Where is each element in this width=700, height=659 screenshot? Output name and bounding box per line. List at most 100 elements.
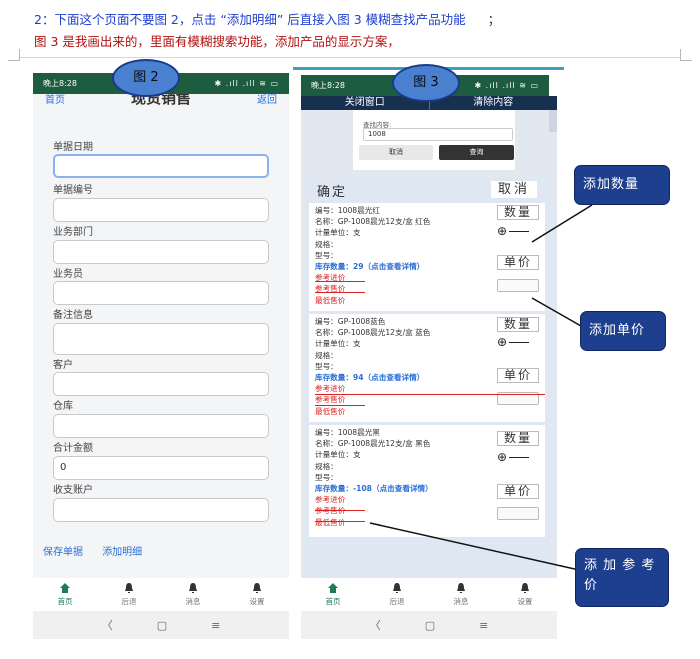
bottom-nav: 首页 后退 消息 设置 (301, 578, 557, 611)
ref-price-strike (315, 405, 365, 406)
field-label-warehouse: 仓库 (53, 401, 73, 412)
add-detail-link[interactable]: 添加明细 (102, 547, 142, 558)
clear-content-button[interactable]: 清除内容 (430, 96, 558, 110)
remarks-field[interactable] (53, 323, 269, 355)
ref-sale-price: 参考售价 (315, 505, 433, 516)
product-stock-link[interactable]: 库存数量：-108（点击查看详情） (315, 483, 433, 494)
product-name: 名称：GP-1008晨光12支/盒 红色 (315, 217, 431, 227)
callout-add-quantity: 添加数量 (574, 165, 670, 205)
product-card[interactable]: 编号：1008晨光黑 名称：GP-1008晨光12支/盒 黑色 计量单位：支 规… (309, 425, 545, 537)
department-field[interactable] (53, 240, 269, 264)
product-card[interactable]: 编号：GP-1008蓝色 名称：GP-1008晨光12支/盒 蓝色 计量单位：支… (309, 314, 545, 422)
confirm-button[interactable]: 确定 (317, 181, 347, 200)
status-time: 晚上8:28 (43, 79, 77, 88)
price-label: 单价 (497, 368, 539, 383)
bell-icon (125, 583, 133, 593)
price-input[interactable] (497, 279, 539, 292)
total-amount-field[interactable]: 0 (53, 456, 269, 480)
bell-icon (393, 583, 401, 593)
sys-back-button[interactable]: 〈 (102, 617, 113, 633)
nav-messages[interactable]: 消息 (429, 578, 493, 611)
field-label-remarks: 备注信息 (53, 310, 93, 321)
customer-field[interactable] (53, 372, 269, 396)
page-divider (20, 57, 680, 58)
product-spec: 规格： (315, 239, 338, 249)
sys-menu-button[interactable]: ≡ (479, 619, 488, 632)
product-model: 型号： (315, 250, 338, 260)
field-label-doc-no: 单据编号 (53, 185, 93, 196)
ref-purchase-price: 参考进价 (315, 495, 346, 505)
price-label: 单价 (497, 484, 539, 499)
warehouse-field[interactable] (53, 414, 269, 438)
product-unit: 计量单位：支 (315, 450, 361, 460)
ref-purchase-price: 参考进价 (315, 384, 346, 394)
callout-add-price: 添加单价 (580, 311, 666, 351)
product-code: 编号：GP-1008蓝色 (315, 317, 386, 326)
doc-number-field[interactable] (53, 198, 269, 222)
quantity-input-line[interactable] (509, 230, 530, 233)
home-icon (60, 583, 70, 593)
nav-back[interactable]: 后退 (365, 578, 429, 611)
product-model: 型号： (315, 472, 338, 482)
field-label-salesperson: 业务员 (53, 269, 83, 280)
product-info: 编号：GP-1008蓝色 名称：GP-1008晨光12支/盒 蓝色 计量单位：支… (315, 316, 430, 417)
quantity-input-line[interactable] (509, 341, 530, 344)
search-screen: 关闭窗口 清除内容 查找内容: 1008 取消 查询 确定 取消 编号：1008… (301, 96, 558, 618)
product-info: 编号：1008晨光红 名称：GP-1008晨光12支/盒 红色 计量单位：支 规… (315, 205, 430, 306)
product-model: 型号： (315, 361, 338, 371)
callout-add-ref-price: 添 加 参 考 价 (575, 548, 669, 607)
nav-settings[interactable]: 设置 (493, 578, 557, 611)
product-unit: 计量单位：支 (315, 228, 361, 238)
search-query-button[interactable]: 查询 (439, 145, 514, 160)
system-nav: 〈 ▢ ≡ (301, 611, 557, 639)
ref-price-strike (315, 292, 365, 293)
quantity-label: 数量 (497, 317, 539, 332)
field-label-department: 业务部门 (53, 227, 93, 238)
product-code: 编号：1008晨光红 (315, 206, 380, 215)
quantity-stepper[interactable]: ⊕ (497, 224, 530, 238)
result-panel: 确定 取消 编号：1008晨光红 名称：GP-1008晨光12支/盒 红色 计量… (305, 178, 551, 618)
product-stock-link[interactable]: 库存数量：29（点击查看详情） (315, 261, 430, 272)
field-label-date: 单据日期 (53, 142, 93, 153)
account-field[interactable] (53, 498, 269, 522)
ref-price-strike (315, 510, 365, 511)
cancel-button[interactable]: 取消 (491, 181, 537, 198)
product-info: 编号：1008晨光黑 名称：GP-1008晨光12支/盒 黑色 计量单位：支 规… (315, 427, 433, 528)
nav-home[interactable]: 首页 (33, 578, 97, 611)
save-document-link[interactable]: 保存单据 (43, 547, 83, 558)
quantity-stepper[interactable]: ⊕ (497, 450, 530, 464)
page-corner-mark (8, 49, 20, 61)
product-card[interactable]: 编号：1008晨光红 名称：GP-1008晨光12支/盒 红色 计量单位：支 规… (309, 203, 545, 311)
nav-back[interactable]: 后退 (97, 578, 161, 611)
status-icons: ✱ .ıll .ıll ≋ ▭ (474, 81, 539, 90)
sys-menu-button[interactable]: ≡ (211, 619, 220, 632)
add-quantity-icon[interactable]: ⊕ (497, 335, 507, 349)
date-field[interactable] (53, 154, 269, 178)
product-spec: 规格： (315, 461, 338, 471)
quantity-label: 数量 (497, 431, 539, 446)
add-quantity-icon[interactable]: ⊕ (497, 450, 507, 464)
nav-home[interactable]: 首页 (301, 578, 365, 611)
quantity-label: 数量 (497, 205, 539, 220)
min-sale-price: 最低售价 (315, 295, 346, 305)
product-stock-link[interactable]: 库存数量：94（点击查看详情） (315, 372, 430, 383)
sys-home-button[interactable]: ▢ (157, 619, 167, 632)
field-label-account: 收支账户 (53, 485, 93, 496)
search-input[interactable]: 1008 (363, 128, 513, 141)
ref-sale-price: 参考售价 (315, 395, 346, 405)
nav-messages[interactable]: 消息 (161, 578, 225, 611)
return-link[interactable]: 返回 (257, 94, 277, 106)
add-quantity-icon[interactable]: ⊕ (497, 224, 507, 238)
bottom-nav: 首页 后退 消息 设置 (33, 578, 289, 611)
price-input[interactable] (497, 507, 539, 520)
quantity-input-line[interactable] (509, 456, 530, 459)
bell-icon (189, 583, 197, 593)
product-unit: 计量单位：支 (315, 339, 361, 349)
back-link[interactable]: 首页 (45, 94, 65, 106)
sys-home-button[interactable]: ▢ (425, 619, 435, 632)
search-cancel-button[interactable]: 取消 (359, 145, 433, 160)
salesperson-field[interactable] (53, 281, 269, 305)
quantity-stepper[interactable]: ⊕ (497, 335, 530, 349)
sys-back-button[interactable]: 〈 (370, 617, 381, 633)
nav-settings[interactable]: 设置 (225, 578, 289, 611)
